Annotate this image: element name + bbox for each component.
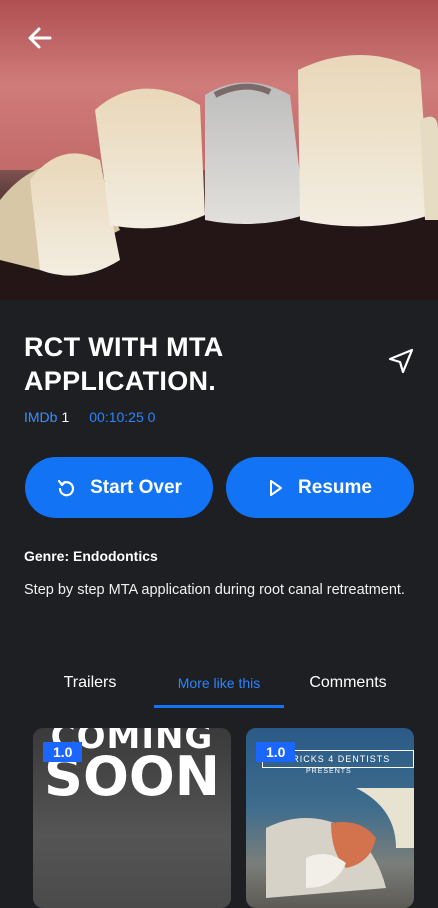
meta-row: IMDb 1 00:10:25 0 [24, 409, 155, 425]
teeth-illustration [0, 0, 438, 300]
related-video-card[interactable]: TRICKS 4 DENTISTS PRESENTS 1.0 [246, 728, 414, 908]
active-tab-indicator [154, 705, 284, 708]
tab-bar: Trailers More like this Comments [0, 660, 438, 708]
genre-text: Genre: Endodontics [24, 548, 158, 564]
resume-button[interactable]: Resume [226, 457, 414, 518]
start-over-label: Start Over [90, 476, 182, 498]
video-title: RCT WITH MTA APPLICATION. [24, 332, 223, 396]
tab-more-like-this[interactable]: More like this [154, 660, 284, 706]
send-icon [388, 348, 414, 374]
tab-trailers[interactable]: Trailers [22, 660, 158, 706]
coming-soon-overlay: COMING SOON [33, 728, 231, 804]
play-icon [270, 479, 283, 496]
description-text: Step by step MTA application during root… [24, 582, 405, 598]
restart-icon [57, 479, 75, 496]
related-video-card[interactable]: COMING SOON 1.0 [33, 728, 231, 908]
duration-text: 00:10:25 0 [89, 409, 156, 425]
resume-label: Resume [298, 476, 372, 498]
tab-comments[interactable]: Comments [280, 660, 416, 706]
hero-image [0, 0, 438, 300]
back-button[interactable] [26, 24, 58, 56]
arrow-left-icon [28, 27, 52, 49]
start-over-button[interactable]: Start Over [25, 457, 213, 518]
share-button[interactable] [386, 346, 416, 376]
imdb-label: IMDb [24, 409, 58, 425]
rating-badge: 1.0 [43, 742, 83, 762]
rating-value: 1 [61, 409, 70, 425]
rating-badge: 1.0 [256, 742, 296, 762]
